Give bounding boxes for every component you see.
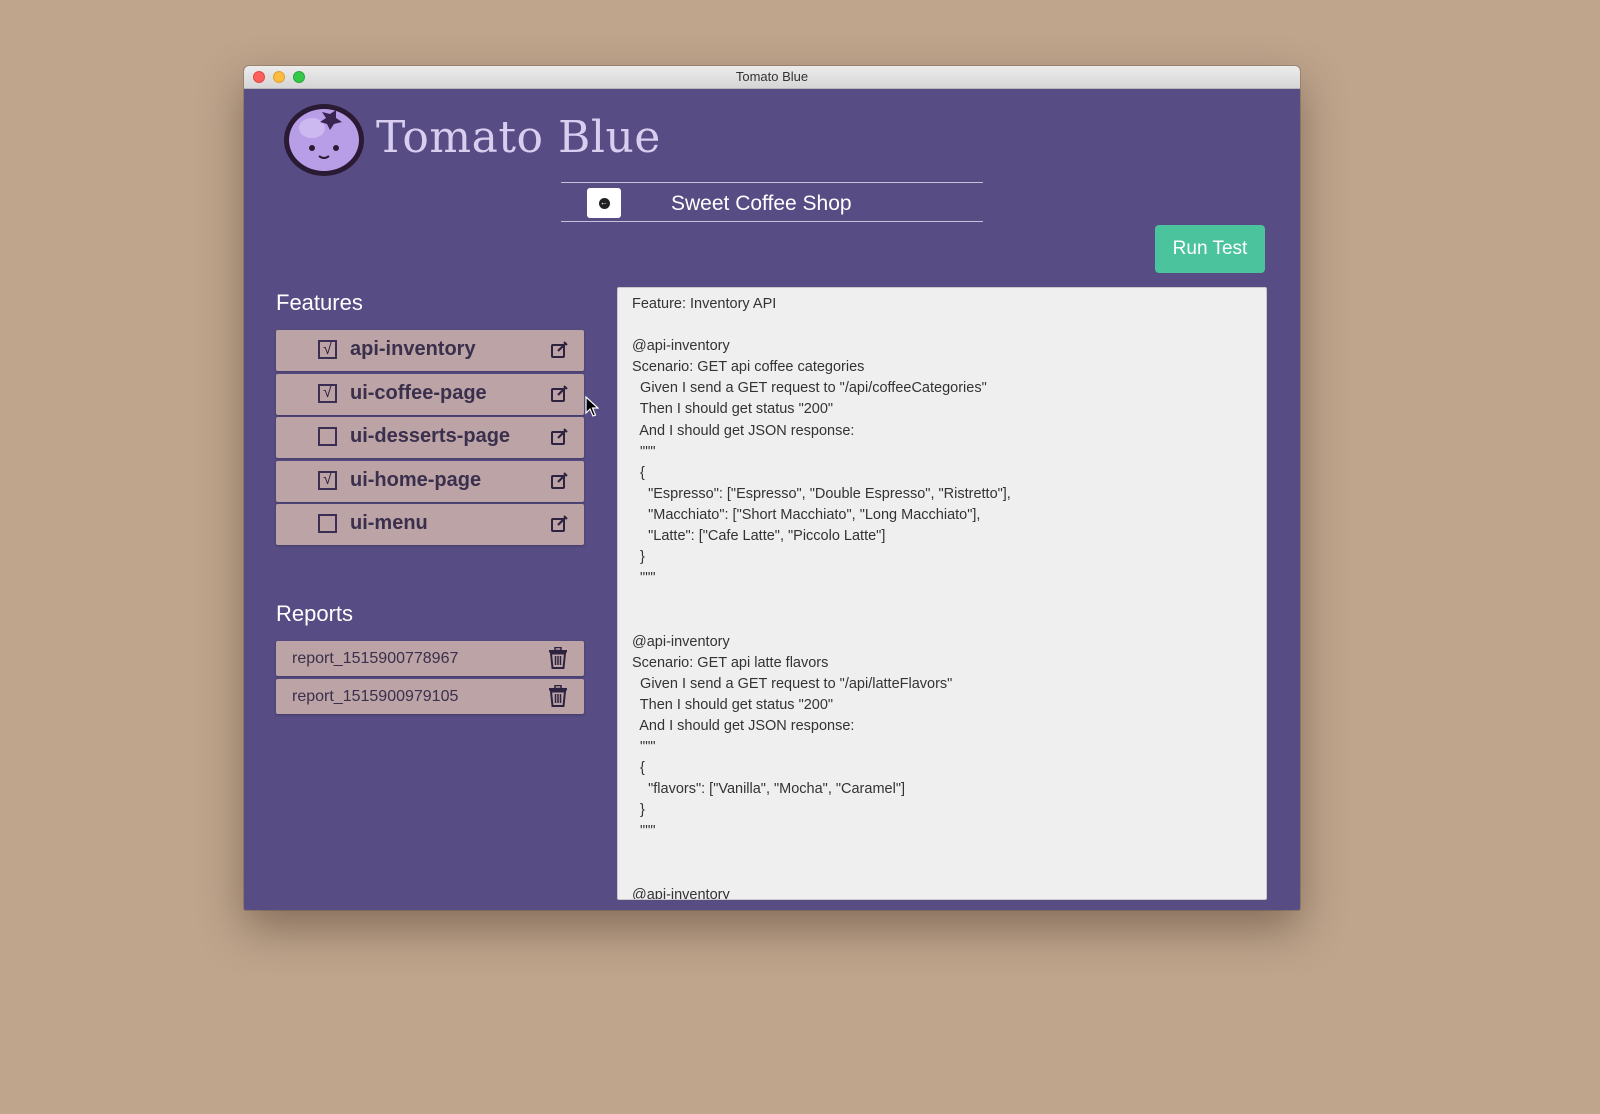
check-mark-icon: √ (323, 471, 332, 488)
feature-checkbox[interactable] (318, 514, 337, 533)
report-item[interactable]: report_1515900979105 (276, 679, 584, 714)
report-label: report_1515900979105 (292, 688, 459, 705)
project-bar: ← Sweet Coffee Shop (561, 182, 983, 222)
edit-icon[interactable] (550, 428, 568, 446)
feature-item[interactable]: √ ui-home-page (276, 460, 584, 502)
feature-item[interactable]: ui-desserts-page (276, 417, 584, 458)
window-title: Tomato Blue (735, 69, 809, 84)
app-name: Tomato Blue (376, 112, 661, 163)
feature-checkbox[interactable] (318, 427, 337, 446)
edit-icon[interactable] (550, 341, 568, 359)
feature-checkbox[interactable]: √ (318, 383, 337, 403)
feature-list: √ api-inventory √ ui-coffee-page ui-dess… (276, 330, 584, 548)
back-button[interactable]: ← (587, 188, 621, 218)
project-name: Sweet Coffee Shop (671, 192, 852, 215)
report-label: report_1515900778967 (292, 650, 459, 667)
edit-icon[interactable] (550, 515, 568, 533)
features-heading: Features (276, 290, 363, 315)
run-test-button[interactable]: Run Test (1155, 225, 1265, 273)
report-item[interactable]: report_1515900778967 (276, 641, 584, 676)
trash-icon[interactable] (548, 685, 568, 707)
edit-icon[interactable] (550, 384, 568, 403)
reports-heading: Reports (276, 601, 354, 626)
editor-content[interactable]: Feature: Inventory API @api-inventory Sc… (618, 288, 1266, 899)
feature-checkbox[interactable]: √ (318, 340, 337, 359)
desktop: Tomato Blue Tomato Blue ← Sweet Coffee S… (0, 0, 1600, 1114)
feature-label: ui-desserts-page (350, 425, 511, 447)
feature-label: ui-home-page (350, 468, 482, 491)
check-mark-icon: √ (323, 340, 332, 358)
app-window: Tomato Blue Tomato Blue ← Sweet Coffee S… (244, 66, 1300, 910)
feature-label: ui-menu (350, 512, 428, 534)
feature-item[interactable]: √ ui-coffee-page (276, 373, 584, 415)
trash-icon[interactable] (548, 647, 568, 669)
mouse-cursor-icon (585, 396, 599, 417)
feature-item[interactable]: √ api-inventory (276, 330, 584, 371)
feature-label: ui-coffee-page (350, 381, 487, 404)
feature-label: api-inventory (350, 338, 476, 360)
tomato-blue-mascot-icon (284, 104, 364, 176)
feature-checkbox[interactable]: √ (318, 470, 337, 490)
title-bar[interactable]: Tomato Blue (244, 66, 1300, 89)
feature-item[interactable]: ui-menu (276, 504, 584, 545)
back-arrow-icon: ← (598, 197, 610, 209)
check-mark-icon: √ (323, 384, 332, 401)
report-list: report_1515900778967 report_151590097910… (276, 641, 584, 717)
feature-editor[interactable]: Feature: Inventory API @api-inventory Sc… (617, 287, 1267, 900)
edit-icon[interactable] (550, 471, 568, 490)
